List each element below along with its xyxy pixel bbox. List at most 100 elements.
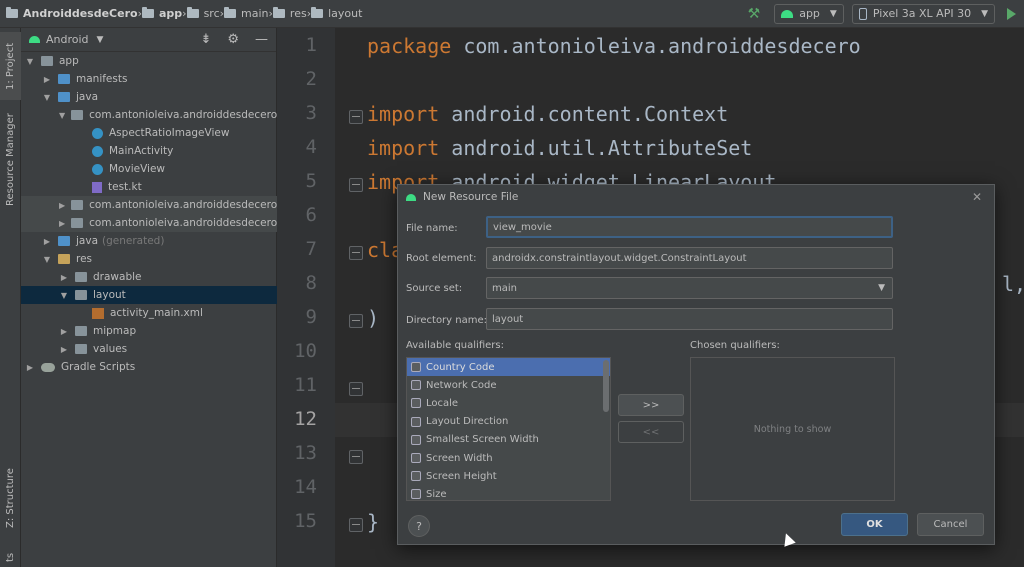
code-line: l,: [1002, 272, 1024, 296]
chevron-down-icon[interactable]: ▼: [59, 111, 65, 120]
chevron-down-icon[interactable]: ▼: [42, 255, 52, 264]
folder-icon: [141, 7, 154, 18]
ok-button[interactable]: OK: [841, 513, 908, 536]
run-icon[interactable]: [1007, 7, 1016, 20]
chevron-down-icon[interactable]: ▼: [25, 57, 35, 66]
chevron-right-icon[interactable]: ▶: [42, 75, 52, 84]
fold-marker-icon[interactable]: [349, 178, 363, 192]
project-panel-header: Android ▼ ⇟ ⚙ —: [21, 28, 276, 52]
cancel-button[interactable]: Cancel: [917, 513, 984, 536]
project-view-selector[interactable]: Android: [46, 33, 89, 46]
qualifier-icon: [411, 380, 421, 391]
gear-icon[interactable]: ⚙: [227, 32, 239, 47]
tree-item[interactable]: ▶com.antonioleiva.androiddesdecero(andro: [21, 196, 277, 214]
code-line: import android.content.Context: [367, 102, 728, 126]
tab-structure[interactable]: Z: Structure: [0, 458, 21, 538]
qualifier-label: Smallest Screen Width: [426, 434, 539, 446]
source-set-value: main: [492, 282, 517, 294]
add-qualifier-button[interactable]: >>: [618, 394, 684, 416]
fold-marker-icon[interactable]: [349, 314, 363, 328]
tree-item[interactable]: ▶ mipmap: [21, 322, 277, 340]
fold-marker-icon[interactable]: [349, 110, 363, 124]
available-qualifiers-label: Available qualifiers:: [406, 340, 504, 351]
help-button[interactable]: ?: [408, 515, 430, 537]
breadcrumb-item[interactable]: main: [224, 7, 269, 20]
breadcrumb-item[interactable]: AndroiddesdeCero: [6, 7, 138, 20]
collapse-all-icon[interactable]: ⇟: [200, 32, 211, 47]
code-text: com.antonioleiva.androiddesdecero: [451, 34, 861, 58]
line-number: 7: [305, 238, 317, 260]
chevron-down-icon[interactable]: ▼: [59, 291, 69, 300]
tree-item[interactable]: ▶ values: [21, 340, 277, 358]
folder-icon: [75, 344, 87, 354]
qualifier-item[interactable]: Locale: [407, 394, 610, 412]
tree-item[interactable]: MovieView: [21, 160, 277, 178]
folder-icon: [58, 92, 70, 102]
tree-item[interactable]: activity_main.xml: [21, 304, 277, 322]
module-selector[interactable]: app ▼: [774, 3, 844, 24]
tree-item[interactable]: ▼ layout: [21, 286, 277, 304]
android-icon: [781, 9, 794, 18]
ide-window: AndroiddesdeCero › app › src › main › res › layout…: [0, 0, 1024, 567]
chevron-right-icon[interactable]: ▶: [25, 363, 35, 372]
tab-resource-manager[interactable]: Resource Manager: [0, 110, 21, 210]
line-number: 1: [305, 34, 317, 56]
file-name-input[interactable]: view_movie: [486, 216, 893, 238]
tree-item[interactable]: AspectRatioImageView: [21, 124, 277, 142]
tab-bottom[interactable]: ts: [0, 548, 21, 567]
available-qualifiers-list[interactable]: Country Code Network Code Locale Layout Dir…: [406, 357, 611, 501]
qualifier-item[interactable]: Screen Width: [407, 449, 610, 467]
qualifier-item[interactable]: Screen Height: [407, 467, 610, 485]
scrollbar[interactable]: [603, 360, 609, 412]
tab-project[interactable]: 1: Project: [0, 32, 21, 100]
tree-item[interactable]: ▶ Gradle Scripts: [21, 358, 277, 376]
tree-item[interactable]: ▼ app: [21, 52, 277, 70]
hammer-icon[interactable]: ⚒: [748, 6, 761, 22]
device-selector[interactable]: Pixel 3a XL API 30 ▼: [851, 3, 995, 24]
chosen-qualifiers-list[interactable]: Nothing to show: [690, 357, 895, 501]
tree-item[interactable]: ▶com.antonioleiva.androiddesdecero(test): [21, 214, 277, 232]
minimize-icon[interactable]: —: [255, 32, 268, 47]
breadcrumb-item[interactable]: layout: [311, 7, 362, 20]
remove-qualifier-button[interactable]: <<: [618, 421, 684, 443]
fold-marker-icon[interactable]: [349, 450, 363, 464]
chevron-down-icon[interactable]: ▼: [42, 93, 52, 102]
close-icon[interactable]: ✕: [972, 190, 982, 204]
fold-marker-icon[interactable]: [349, 246, 363, 260]
chevron-right-icon[interactable]: ▶: [59, 327, 69, 336]
folder-icon: [75, 290, 87, 300]
folder-icon: [71, 218, 84, 228]
keyword: import: [367, 136, 440, 160]
chevron-right-icon[interactable]: ▶: [59, 345, 69, 354]
tree-item[interactable]: MainActivity: [21, 142, 277, 160]
tree-item[interactable]: ▶ manifests: [21, 70, 277, 88]
breadcrumb-item[interactable]: src: [186, 7, 220, 20]
tree-item[interactable]: ▼ com.antonioleiva.androiddesdecero: [21, 106, 277, 124]
directory-name-input[interactable]: layout: [486, 308, 893, 330]
chevron-right-icon[interactable]: ▶: [42, 237, 52, 246]
source-set-select[interactable]: main ▼: [486, 277, 893, 299]
breadcrumb-item[interactable]: res: [272, 7, 307, 20]
breadcrumb-item[interactable]: app: [141, 7, 182, 20]
tree-item[interactable]: ▼ res: [21, 250, 277, 268]
tree-item[interactable]: ▼ java: [21, 88, 277, 106]
qualifier-icon: [411, 489, 421, 500]
chevron-right-icon[interactable]: ▶: [59, 273, 69, 282]
fold-marker-icon[interactable]: [349, 518, 363, 532]
fold-marker-icon[interactable]: [349, 382, 363, 396]
folder-icon: [58, 236, 70, 246]
line-number: 14: [294, 476, 317, 498]
qualifier-item[interactable]: Layout Direction: [407, 413, 610, 431]
tree-item[interactable]: ▶ java (generated): [21, 232, 277, 250]
qualifier-item[interactable]: Smallest Screen Width: [407, 431, 610, 449]
tree-item[interactable]: ▶ drawable: [21, 268, 277, 286]
qualifier-item[interactable]: Size: [407, 485, 610, 500]
chevron-right-icon[interactable]: ▶: [59, 201, 65, 210]
chevron-down-icon[interactable]: ▼: [97, 35, 104, 45]
tree-item[interactable]: test.kt: [21, 178, 277, 196]
chevron-right-icon[interactable]: ▶: [59, 219, 65, 228]
qualifier-item[interactable]: Network Code: [407, 376, 610, 394]
line-number: 10: [294, 340, 317, 362]
qualifier-item[interactable]: Country Code: [407, 358, 610, 377]
root-element-input[interactable]: androidx.constraintlayout.widget.Constra…: [486, 247, 893, 269]
